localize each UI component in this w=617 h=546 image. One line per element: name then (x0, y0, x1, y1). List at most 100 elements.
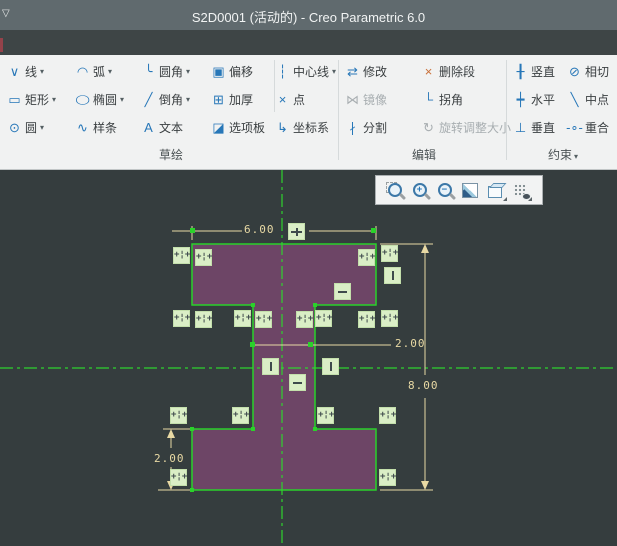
zoom-fit-button[interactable] (382, 178, 407, 202)
constraint-badge-sym[interactable]: +¦+ (255, 311, 272, 328)
ribbon-button-palette[interactable]: ◪ 选项板 (208, 115, 272, 139)
zoom-in-button[interactable]: + (407, 178, 432, 202)
ribbon-button-midpoint[interactable]: ╲ 中点 (564, 87, 617, 111)
ribbon-button-chamfer[interactable]: ╱ 倒角 ▾ (138, 87, 208, 111)
menu-strip-marker (0, 38, 3, 52)
zoom-fit-icon (387, 183, 402, 197)
ibeam-section[interactable] (191, 243, 377, 491)
constraint-badge-dim[interactable] (288, 223, 305, 240)
arc-icon: ◠ (76, 63, 89, 79)
dropdown-arrow-icon[interactable]: ▾ (108, 67, 112, 76)
ribbon-button-coincident[interactable]: -∘- 重合 (564, 115, 617, 139)
constraint-badge-sym[interactable]: +¦+ (315, 310, 332, 327)
dim-value-flange-width[interactable]: 6.00 (244, 223, 275, 236)
ribbon-button-fillet[interactable]: ╰ 圆角 ▾ (138, 59, 208, 83)
ribbon-button-perpendicular[interactable]: ⊥ 垂直 (510, 115, 564, 139)
ribbon-button-label: 线 (25, 64, 38, 79)
ribbon-column-separator (274, 60, 275, 112)
dim-value-web-width[interactable]: 2.00 (395, 337, 426, 350)
ribbon-button-text[interactable]: A 文本 (138, 115, 208, 139)
constraint-badge-sym[interactable]: +¦+ (381, 245, 398, 262)
sketch-graphics (0, 170, 617, 546)
constraint-badge-vertical[interactable] (322, 358, 339, 375)
constraint-badge-sym[interactable]: +¦+ (234, 310, 251, 327)
constraint-badge-sym[interactable]: +¦+ (170, 469, 187, 486)
dim-arrow (421, 481, 429, 490)
repaint-button[interactable] (457, 178, 482, 202)
ribbon-group-label[interactable]: 约束 ▾ (510, 146, 616, 163)
zoom-in-icon: + (412, 183, 427, 197)
rotate-resize-icon: ↻ (423, 119, 434, 135)
ribbon-button-offset[interactable]: ▣ 偏移 (208, 59, 272, 83)
ribbon-button-line[interactable]: ∨ 线 ▾ (4, 59, 72, 83)
zoom-out-button[interactable]: − (432, 178, 457, 202)
dropdown-arrow-icon[interactable]: ▾ (332, 67, 336, 76)
sketch-canvas[interactable]: 6.00 2.00 8.00 2.00 + − +¦+ +¦+ +¦+ +¦+ +¦+ +¦… (0, 170, 617, 546)
constraint-badge-sym[interactable]: +¦+ (173, 310, 190, 327)
thicken-icon: ⊞ (213, 91, 224, 107)
ribbon-button-modify[interactable]: ⇄ 修改 (342, 59, 418, 83)
dropdown-arrow-icon[interactable]: ▾ (40, 67, 44, 76)
constraint-badge-sym[interactable]: +¦+ (173, 247, 190, 264)
constraint-badge-horizontal[interactable] (334, 283, 351, 300)
dropdown-arrow-icon: ▾ (574, 152, 579, 161)
horizontal-constraint-icon: ┿ (516, 91, 525, 107)
ribbon-button-ellipse[interactable]: ◯ 椭圆 ▾ (72, 87, 138, 111)
dropdown-arrow-icon[interactable]: ▾ (186, 95, 190, 104)
ribbon-button-point[interactable]: × 点 (272, 87, 338, 111)
dim-handle[interactable] (308, 342, 313, 347)
ribbon-button-label: 矩形 (25, 92, 50, 107)
csys-icon: ↳ (277, 119, 288, 135)
datum-display-button[interactable] (507, 178, 532, 202)
ribbon-button-horizontal-constraint[interactable]: ┿ 水平 (510, 87, 564, 111)
ribbon-button-tangent[interactable]: ⊘ 相切 (564, 59, 617, 83)
ribbon-button-csys[interactable]: ↳ 坐标系 (272, 115, 338, 139)
ribbon-button-thicken[interactable]: ⊞ 加厚 (208, 87, 272, 111)
coincident-icon: -∘- (566, 119, 583, 135)
ribbon-button-circle[interactable]: ⊙ 圆 ▾ (4, 115, 72, 139)
constraint-badge-sym[interactable]: +¦+ (379, 407, 396, 424)
dim-handle[interactable] (250, 342, 255, 347)
dim-value-flange-thickness[interactable]: 2.00 (154, 452, 185, 465)
constraint-badge-sym[interactable]: +¦+ (358, 311, 375, 328)
dim-handle[interactable] (371, 228, 376, 233)
dim-value-total-height[interactable]: 8.00 (408, 379, 439, 392)
ribbon-group-sketch: ∨ 线 ▾ ◠ 弧 ▾ ╰ 圆角 ▾ ▣ 偏移 ┆ 中心线 ▾ ▭ 矩形 ▾ ◯ 椭圆 ▾ ╱ 倒角 ▾ ⊞ 加厚 × 点 ⊙ 圆 ▾ ∿ 样… (4, 57, 338, 167)
dim-arrow (421, 244, 429, 253)
ribbon-button-label: 拐角 (439, 92, 464, 107)
offset-icon: ▣ (212, 63, 225, 79)
constraint-badge-horizontal[interactable] (289, 374, 306, 391)
ribbon-button-label: 垂直 (531, 120, 556, 135)
ribbon-button-vertical-constraint[interactable]: ╂ 竖直 (510, 59, 564, 83)
dropdown-arrow-icon[interactable]: ▾ (120, 95, 124, 104)
dim-handle[interactable] (190, 228, 195, 233)
constraint-badge-sym[interactable]: +¦+ (379, 469, 396, 486)
ribbon-button-split[interactable]: ∤ 分割 (342, 115, 418, 139)
constraint-badge-sym[interactable]: +¦+ (232, 407, 249, 424)
ribbon-group-separator (338, 60, 339, 160)
ribbon-button-rectangle[interactable]: ▭ 矩形 ▾ (4, 87, 72, 111)
constraint-badge-vertical[interactable] (262, 358, 279, 375)
palette-icon: ◪ (212, 119, 225, 135)
constraint-badge-vertical[interactable] (384, 267, 401, 284)
tangent-icon: ⊘ (569, 63, 580, 79)
dropdown-corner-icon (528, 197, 532, 201)
ribbon-button-centerline[interactable]: ┆ 中心线 ▾ (272, 59, 338, 83)
ribbon-button-arc[interactable]: ◠ 弧 ▾ (72, 59, 138, 83)
ribbon-button-spline[interactable]: ∿ 样条 (72, 115, 138, 139)
creo-parametric-window: ▽ S2D0001 (活动的) - Creo Parametric 6.0 ∨ 线… (0, 0, 617, 546)
constraint-badge-sym[interactable]: +¦+ (296, 311, 313, 328)
dropdown-arrow-icon[interactable]: ▾ (40, 123, 44, 132)
dropdown-arrow-icon[interactable]: ▾ (52, 95, 56, 104)
constraint-badge-sym[interactable]: +¦+ (358, 249, 375, 266)
constraint-badge-sym[interactable]: +¦+ (195, 249, 212, 266)
constraint-badge-sym[interactable]: +¦+ (195, 311, 212, 328)
display-style-button[interactable] (482, 178, 507, 202)
constraint-badge-sym[interactable]: +¦+ (170, 407, 187, 424)
ribbon-button-delete-segment[interactable]: × 删除段 (418, 59, 506, 83)
constraint-badge-sym[interactable]: +¦+ (381, 310, 398, 327)
ribbon-button-corner[interactable]: └ 拐角 (418, 87, 506, 111)
constraint-badge-sym[interactable]: +¦+ (317, 407, 334, 424)
dropdown-arrow-icon[interactable]: ▾ (186, 67, 190, 76)
ribbon-button-label: 水平 (531, 92, 556, 107)
